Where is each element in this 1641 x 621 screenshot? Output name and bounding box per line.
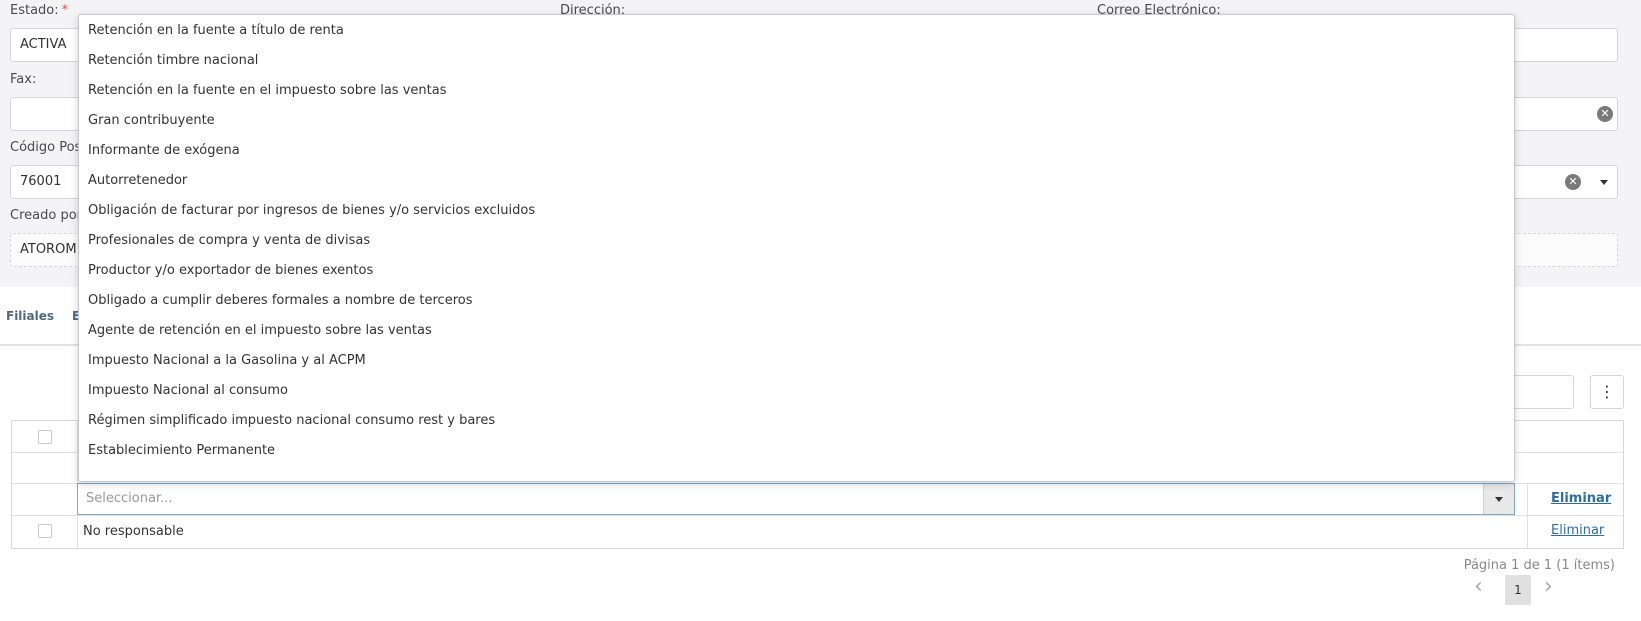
select-placeholder: Seleccionar... (86, 491, 173, 506)
dropdown-option[interactable]: Retención en la fuente en el impuesto so… (79, 76, 1514, 106)
right-readonly-field (1510, 233, 1618, 267)
dropdown-button[interactable] (1483, 484, 1514, 514)
dropdown-option[interactable]: Obligación de facturar por ingresos de b… (79, 196, 1514, 226)
dropdown-option[interactable]: Obligado a cumplir deberes formales a no… (79, 286, 1514, 316)
codigo-postal-field[interactable]: 76001 (10, 165, 80, 199)
select-column (12, 421, 78, 452)
right-combo-field[interactable]: ✕ (1510, 165, 1618, 199)
dropdown-option[interactable]: Gran contribuyente (79, 106, 1514, 136)
dropdown-option[interactable]: Retención timbre nacional (79, 46, 1514, 76)
estado-field[interactable]: ACTIVA (10, 28, 80, 62)
table-row: No responsable Eliminar (12, 516, 1623, 548)
dropdown-option[interactable]: Impuesto Nacional a la Gasolina y al ACP… (79, 346, 1514, 376)
correo-field[interactable] (1510, 28, 1618, 62)
row-value: No responsable (83, 524, 184, 539)
clear-icon[interactable]: ✕ (1597, 106, 1613, 122)
chevron-left-icon[interactable]: ‹ (1474, 576, 1483, 598)
row-checkbox[interactable] (38, 524, 52, 538)
dropdown-option[interactable]: Impuesto Nacional al consumo (79, 376, 1514, 406)
clear-icon[interactable]: ✕ (1565, 174, 1581, 190)
more-vertical-icon[interactable]: ⋮ (1590, 375, 1624, 409)
select-column (12, 484, 78, 515)
creado-por-label: Creado por: (10, 208, 87, 223)
chevron-down-icon (1495, 497, 1503, 502)
action-column: Eliminar (1527, 516, 1625, 548)
dropdown-option[interactable]: Autorretenedor (79, 166, 1514, 196)
dropdown-option[interactable]: Informante de exógena (79, 136, 1514, 166)
required-mark: * (61, 3, 69, 18)
codigo-postal-label: Código Post (10, 140, 87, 155)
dropdown-option[interactable]: Régimen simplificado impuesto nacional c… (79, 406, 1514, 436)
dropdown-option[interactable]: Establecimiento Permanente (79, 436, 1514, 466)
dropdown-option[interactable]: Profesionales de compra y venta de divis… (79, 226, 1514, 256)
dropdown-list: Retención en la fuente a título de renta… (78, 14, 1515, 482)
chevron-right-icon[interactable]: › (1544, 576, 1553, 598)
dropdown-option[interactable]: Retención en la fuente a título de renta (79, 16, 1514, 46)
select-column (12, 516, 78, 548)
page-number-button[interactable]: 1 (1505, 575, 1531, 605)
pager-info: Página 1 de 1 (1 ítems) (1463, 558, 1615, 573)
creado-por-value: ATOROM (20, 242, 77, 257)
select-column (12, 453, 78, 483)
estado-value: ACTIVA (20, 37, 67, 52)
right-field-2[interactable]: ✕ (1510, 97, 1618, 131)
action-column: Eliminar (1527, 484, 1625, 515)
codigo-postal-value: 76001 (20, 174, 62, 189)
estado-label: Estado: * (10, 3, 69, 18)
delete-link[interactable]: Eliminar (1551, 523, 1604, 538)
tab-filiales[interactable]: Filiales (6, 309, 54, 323)
dropdown-option[interactable]: Agente de retención en el impuesto sobre… (79, 316, 1514, 346)
fax-label: Fax: (10, 72, 37, 87)
responsabilidad-select[interactable]: Seleccionar... (77, 483, 1515, 515)
dropdown-option[interactable]: Productor y/o exportador de bienes exent… (79, 256, 1514, 286)
chevron-down-icon[interactable] (1600, 180, 1608, 185)
select-all-checkbox[interactable] (38, 430, 52, 444)
creado-por-field: ATOROM (10, 233, 80, 267)
fax-field[interactable] (10, 97, 80, 131)
delete-link[interactable]: Eliminar (1551, 491, 1611, 506)
